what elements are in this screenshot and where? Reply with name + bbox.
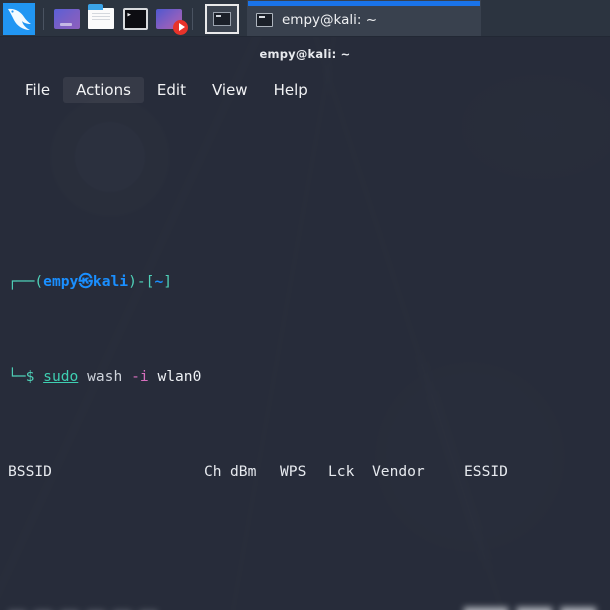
header-wps: WPS (280, 463, 307, 480)
menu-item-help[interactable]: Help (261, 77, 321, 103)
header-bssid: BSSID (8, 463, 52, 480)
taskbar-window-title: empy@kali: ~ (282, 12, 378, 28)
terminal-window: empy@kali: ~ File Actions Edit View Help… (0, 37, 610, 610)
header-vendor: Vendor (372, 463, 425, 480)
terminal-window-icon (256, 13, 273, 27)
command-sudo: sudo (43, 368, 79, 385)
header-ch: Ch (204, 463, 222, 480)
prompt-box-bottom: └─$ (8, 368, 35, 385)
shell-command-line: └─$ sudo wash -i wlan0 (8, 367, 610, 386)
taskbar-separator-2 (192, 7, 193, 30)
terminal-icon[interactable] (120, 4, 150, 34)
window-title-bar: empy@kali: ~ (0, 37, 610, 70)
window-switcher-icon[interactable] (52, 4, 82, 34)
prompt-path: ~ (154, 273, 164, 290)
prompt-host: kali (92, 273, 129, 290)
window-title: empy@kali: ~ (259, 46, 351, 61)
header-essid: ESSID (464, 463, 508, 480)
active-window-accent (248, 1, 480, 6)
workspace-switcher[interactable] (205, 3, 239, 34)
table-header-row: BSSID Ch dBm WPS Lck Vendor ESSID (8, 462, 610, 481)
kali-dragon-icon (3, 2, 35, 35)
menu-item-actions[interactable]: Actions (63, 77, 144, 103)
prompt-user: empy (43, 273, 79, 290)
menu-item-view[interactable]: View (199, 77, 261, 103)
workspace-preview-icon (213, 11, 231, 26)
taskbar: empy@kali: ~ (0, 0, 610, 37)
screen-recorder-icon[interactable] (154, 4, 188, 35)
prompt-at-icon: ㉿ (78, 273, 93, 290)
header-lck: Lck (328, 463, 355, 480)
command-argument: wlan0 (157, 368, 202, 385)
menu-item-file[interactable]: File (12, 77, 63, 103)
terminal-screen[interactable]: ┌──(empy㉿kali)-[~] └─$ sudo wash -i wlan… (0, 110, 610, 610)
taskbar-window-button[interactable]: empy@kali: ~ (247, 0, 481, 37)
command-program: wash (87, 368, 123, 385)
header-dbm: dBm (230, 463, 257, 480)
shell-prompt-line-1: ┌──(empy㉿kali)-[~] (8, 272, 610, 291)
menu-item-edit[interactable]: Edit (144, 77, 199, 103)
command-flag: -i (131, 368, 149, 385)
prompt-box-top: ┌──( (8, 273, 44, 290)
prompt-bracket: )-[ (128, 273, 155, 290)
prompt-bracket-close: ] (163, 273, 173, 290)
kali-menu-button[interactable] (1, 2, 37, 36)
taskbar-separator (43, 7, 44, 30)
file-manager-icon[interactable] (86, 4, 116, 34)
menu-bar: File Actions Edit View Help (0, 70, 610, 110)
